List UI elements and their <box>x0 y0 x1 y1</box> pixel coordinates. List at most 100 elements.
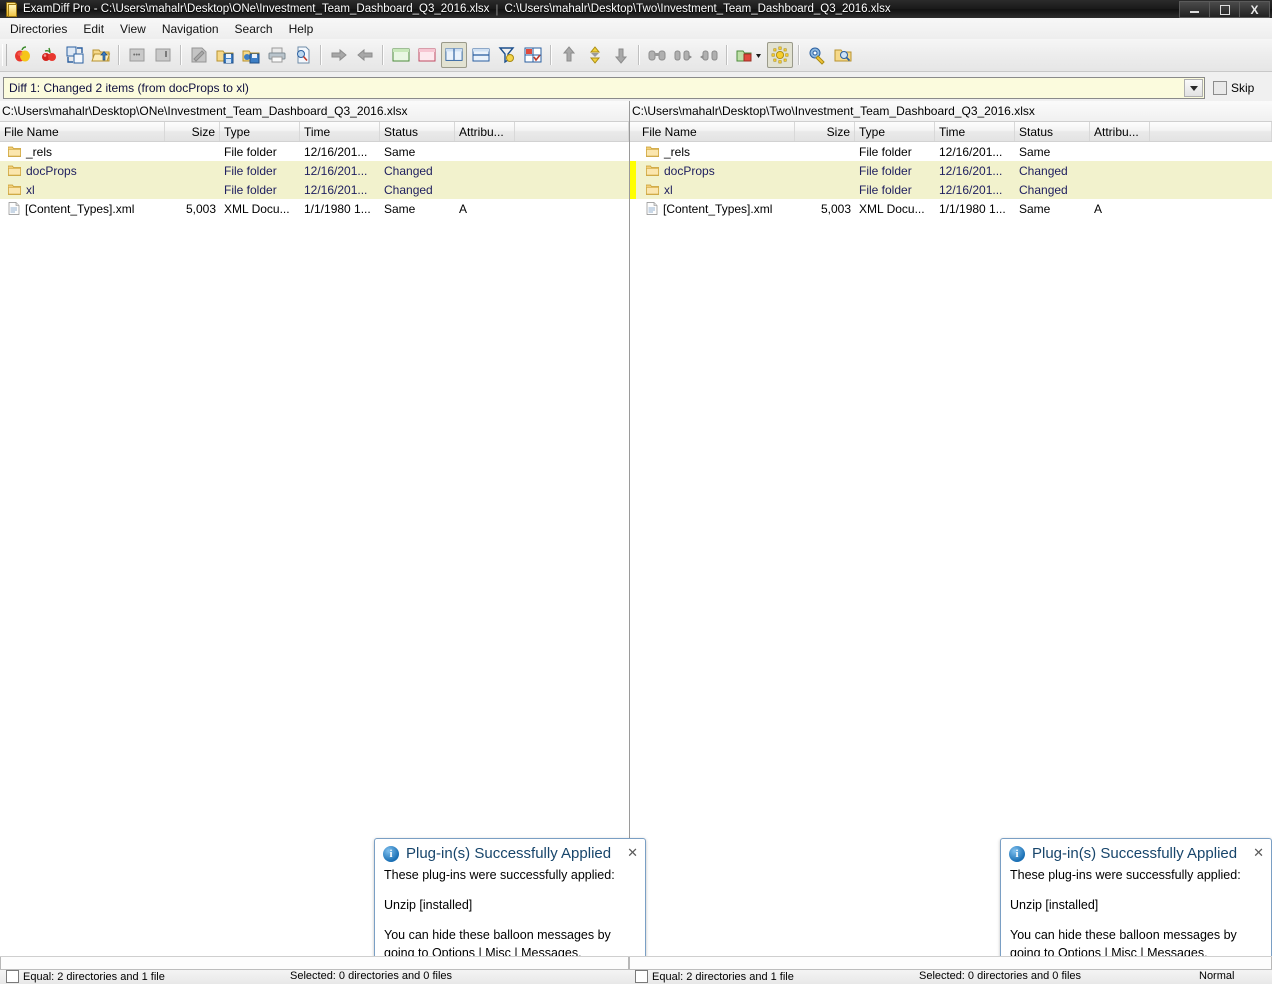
chevron-down-icon[interactable] <box>1184 79 1203 97</box>
next-change-icon[interactable] <box>583 43 607 67</box>
menu-edit[interactable]: Edit <box>75 20 112 38</box>
folder-icon <box>646 165 659 176</box>
menu-directories[interactable]: Directories <box>2 20 75 38</box>
save-right-icon[interactable] <box>239 43 263 67</box>
close-icon[interactable]: ✕ <box>1253 846 1264 859</box>
open-folder-up-icon[interactable] <box>89 43 113 67</box>
menu-help[interactable]: Help <box>281 20 322 38</box>
options-gear-icon[interactable] <box>805 43 829 67</box>
view-right-only-icon[interactable] <box>415 43 439 67</box>
folder-icon <box>8 165 21 176</box>
cell-status: Changed <box>1019 182 1068 197</box>
file-name-text: docProps <box>664 163 715 178</box>
session-browse-icon[interactable] <box>831 43 855 67</box>
print-preview-icon[interactable] <box>291 43 315 67</box>
title-bar: ExamDiff Pro - C:\Users\mahalr\Desktop\O… <box>0 0 1272 18</box>
toolbar-separator <box>798 45 800 65</box>
right-file-list[interactable]: _rels File folder 12/16/201... Same docP… <box>630 142 1272 218</box>
toolbar-separator <box>382 45 384 65</box>
close-icon: X <box>1250 2 1259 17</box>
toolbar-separator <box>638 45 640 65</box>
find-next-icon[interactable] <box>671 43 695 67</box>
diff-selector-combo[interactable]: Diff 1: Changed 2 items (from docProps t… <box>3 77 1205 99</box>
find-previous-icon[interactable] <box>697 43 721 67</box>
status-checkbox-icon <box>6 970 19 983</box>
cell-type: File folder <box>859 163 912 178</box>
plugins-dropdown-icon[interactable] <box>733 43 765 67</box>
column-header-type[interactable]: Type <box>220 122 300 141</box>
save-left-icon[interactable] <box>213 43 237 67</box>
skip-checkbox[interactable]: Skip <box>1213 81 1254 95</box>
maximize-button[interactable] <box>1209 1 1239 18</box>
right-file-info-icon[interactable] <box>151 43 175 67</box>
toolbar-separator <box>320 45 322 65</box>
menu-view[interactable]: View <box>112 20 154 38</box>
cell-type: XML Docu... <box>859 201 925 216</box>
column-header-time[interactable]: Time <box>300 122 380 141</box>
cell-file-name: docProps <box>630 164 795 178</box>
column-header-file-name[interactable]: File Name <box>0 122 165 141</box>
table-row[interactable]: [Content_Types].xml 5,003 XML Docu... 1/… <box>0 199 629 218</box>
column-header-time[interactable]: Time <box>935 122 1015 141</box>
file-name-text: docProps <box>26 163 77 178</box>
previous-diff-up-icon[interactable] <box>557 43 581 67</box>
status-right-selected: Selected: 0 directories and 0 files <box>919 970 1199 982</box>
sync-scroll-icon[interactable] <box>767 42 793 68</box>
cell-size: 5,003 <box>185 201 216 216</box>
cell-file-name: xl <box>0 183 165 197</box>
close-icon[interactable]: ✕ <box>627 846 638 859</box>
xml-file-icon <box>646 202 659 215</box>
column-header-size[interactable]: Size <box>165 122 220 141</box>
column-header-filler <box>1150 122 1272 141</box>
copy-left-arrow-icon[interactable] <box>353 43 377 67</box>
cell-time: 1/1/1980 1... <box>939 201 1006 216</box>
column-header-status[interactable]: Status <box>1015 122 1090 141</box>
balloon-line-2: Unzip [installed] <box>384 897 473 912</box>
status-right-equal: Equal: 2 directories and 1 file <box>629 970 919 983</box>
print-icon[interactable] <box>265 43 289 67</box>
toolbar-grip[interactable] <box>2 44 7 66</box>
diff-options-icon[interactable] <box>521 43 545 67</box>
column-header-file-name[interactable]: File Name <box>630 122 795 141</box>
column-header-attributes[interactable]: Attribu... <box>455 122 515 141</box>
toolbar-separator <box>118 45 120 65</box>
compare-files-icon[interactable] <box>11 43 35 67</box>
minimize-button[interactable] <box>1179 1 1209 18</box>
column-header-size[interactable]: Size <box>795 122 855 141</box>
swap-panes-icon[interactable] <box>63 43 87 67</box>
table-row[interactable]: [Content_Types].xml 5,003 XML Docu... 1/… <box>630 199 1272 218</box>
table-row[interactable]: _rels File folder 12/16/201... Same <box>630 142 1272 161</box>
menu-search[interactable]: Search <box>227 20 281 38</box>
window-title-separator: | <box>495 2 499 16</box>
menu-navigation[interactable]: Navigation <box>154 20 227 38</box>
column-header-attributes[interactable]: Attribu... <box>1090 122 1150 141</box>
left-file-list[interactable]: _rels File folder 12/16/201... Same docP… <box>0 142 629 218</box>
close-button[interactable]: X <box>1239 1 1270 18</box>
skip-checkbox-box[interactable] <box>1213 81 1227 95</box>
column-header-status[interactable]: Status <box>380 122 455 141</box>
column-header-type[interactable]: Type <box>855 122 935 141</box>
folder-icon <box>646 184 659 195</box>
next-diff-down-icon[interactable] <box>609 43 633 67</box>
table-row[interactable]: xl File folder 12/16/201... Changed <box>0 180 629 199</box>
copy-right-arrow-icon[interactable] <box>327 43 351 67</box>
table-row[interactable]: docProps File folder 12/16/201... Change… <box>0 161 629 180</box>
xml-file-icon <box>8 202 21 215</box>
table-row[interactable]: _rels File folder 12/16/201... Same <box>0 142 629 161</box>
view-horizontal-split-icon[interactable] <box>469 43 493 67</box>
left-file-info-icon[interactable]: ••• <box>125 43 149 67</box>
find-icon[interactable] <box>645 43 669 67</box>
edit-file-icon[interactable] <box>187 43 211 67</box>
cell-status: Same <box>1019 201 1051 216</box>
window-controls: X <box>1179 1 1270 18</box>
balloon-line-1: These plug-ins were successfully applied… <box>1010 868 1241 882</box>
view-left-only-icon[interactable] <box>389 43 413 67</box>
view-vertical-split-icon[interactable] <box>441 42 467 68</box>
filter-icon[interactable] <box>495 43 519 67</box>
pane-bottom-edge <box>0 956 1272 970</box>
compare-directories-icon[interactable] <box>37 43 61 67</box>
cell-file-name: _rels <box>630 145 795 159</box>
table-row[interactable]: docProps File folder 12/16/201... Change… <box>630 161 1272 180</box>
table-row[interactable]: xl File folder 12/16/201... Changed <box>630 180 1272 199</box>
file-name-text: _rels <box>26 144 53 159</box>
